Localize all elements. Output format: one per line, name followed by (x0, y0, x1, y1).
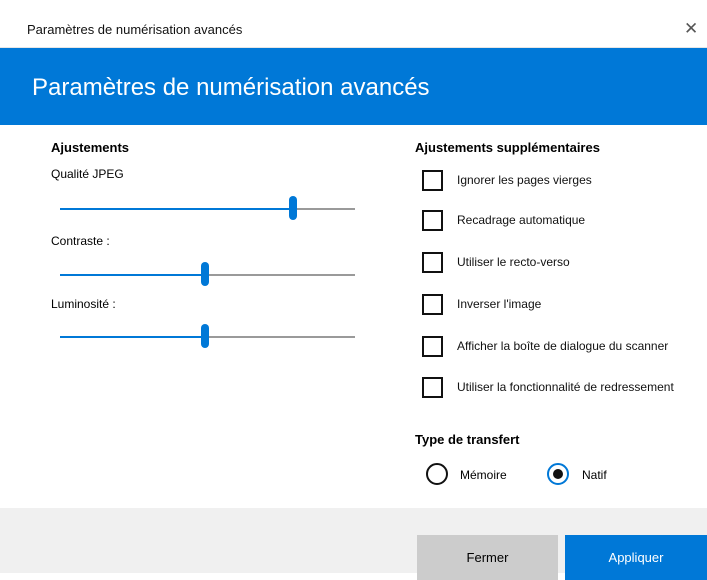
radio-memory[interactable] (426, 463, 448, 485)
checkbox-label: Utiliser le recto-verso (457, 255, 570, 269)
close-button[interactable]: Fermer (417, 535, 558, 580)
page-title: Paramètres de numérisation avancés (32, 74, 430, 101)
slider-thumb[interactable] (200, 324, 209, 348)
slider-fill (60, 208, 294, 210)
checkbox-invert-image[interactable]: Inverser l'image (422, 294, 702, 318)
checkbox-box[interactable] (422, 252, 443, 273)
checkbox-label: Inverser l'image (457, 297, 542, 311)
radio-memory-label: Mémoire (460, 468, 507, 482)
checkbox-box[interactable] (422, 377, 443, 398)
radio-native-label: Natif (582, 468, 607, 482)
jpeg-quality-slider[interactable] (60, 196, 355, 222)
slider-fill (60, 336, 205, 338)
checkbox-box[interactable] (422, 294, 443, 315)
checkbox-label: Ignorer les pages vierges (457, 173, 592, 187)
radio-native[interactable] (547, 463, 569, 485)
checkbox-ignore-blank-pages[interactable]: Ignorer les pages vierges (422, 170, 702, 194)
checkbox-auto-crop[interactable]: Recadrage automatique (422, 210, 702, 234)
adjustments-title: Ajustements (51, 140, 130, 155)
checkbox-show-scanner-dialog[interactable]: Afficher la boîte de dialogue du scanner (422, 336, 702, 360)
checkbox-duplex[interactable]: Utiliser le recto-verso (422, 252, 702, 276)
header-banner: Paramètres de numérisation avancés (0, 48, 707, 125)
checkbox-label: Utiliser la fonctionnalité de redresseme… (457, 380, 674, 394)
checkbox-box[interactable] (422, 170, 443, 191)
checkbox-box[interactable] (422, 210, 443, 231)
checkbox-deskew[interactable]: Utiliser la fonctionnalité de redresseme… (422, 377, 702, 401)
extra-adjustments-title: Ajustements supplémentaires (415, 140, 600, 155)
checkbox-box[interactable] (422, 336, 443, 357)
brightness-slider[interactable] (60, 324, 355, 350)
slider-fill (60, 274, 205, 276)
jpeg-quality-label: Qualité JPEG (51, 167, 124, 181)
slider-thumb[interactable] (289, 196, 298, 220)
checkbox-label: Afficher la boîte de dialogue du scanner (457, 339, 669, 353)
slider-thumb[interactable] (200, 262, 209, 286)
radio-selected-dot (553, 469, 563, 479)
brightness-label: Luminosité : (51, 297, 116, 311)
checkbox-label: Recadrage automatique (457, 213, 586, 227)
contrast-slider[interactable] (60, 262, 355, 288)
window-title: Paramètres de numérisation avancés (27, 22, 243, 37)
apply-button[interactable]: Appliquer (565, 535, 707, 580)
transfer-type-title: Type de transfert (415, 432, 520, 447)
title-bar: Paramètres de numérisation avancés ✕ (0, 0, 707, 48)
close-icon[interactable]: ✕ (684, 20, 698, 37)
contrast-label: Contraste : (51, 234, 110, 248)
